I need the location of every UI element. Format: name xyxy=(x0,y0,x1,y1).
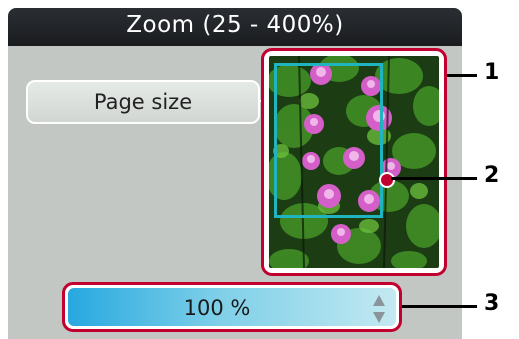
page-size-button[interactable]: Page size xyxy=(26,80,260,124)
zoom-value-field[interactable]: 100 % xyxy=(62,282,402,332)
callout-2-line xyxy=(391,177,477,180)
up-down-spinner-icon[interactable] xyxy=(372,294,386,324)
zoom-area-indicator[interactable] xyxy=(274,63,383,218)
callout-2-pointer xyxy=(379,172,395,188)
zoom-value-background: 100 % xyxy=(68,288,396,326)
callout-3-line xyxy=(402,305,477,308)
page-title: Zoom (25 - 400%) xyxy=(126,12,344,38)
title-bar: Zoom (25 - 400%) xyxy=(8,8,462,46)
callout-2-number: 2 xyxy=(484,163,500,188)
callout-1-line xyxy=(447,74,477,77)
callout-1-number: 1 xyxy=(484,60,500,85)
zoom-value: 100 % xyxy=(183,296,251,320)
callout-3-number: 3 xyxy=(484,291,500,316)
